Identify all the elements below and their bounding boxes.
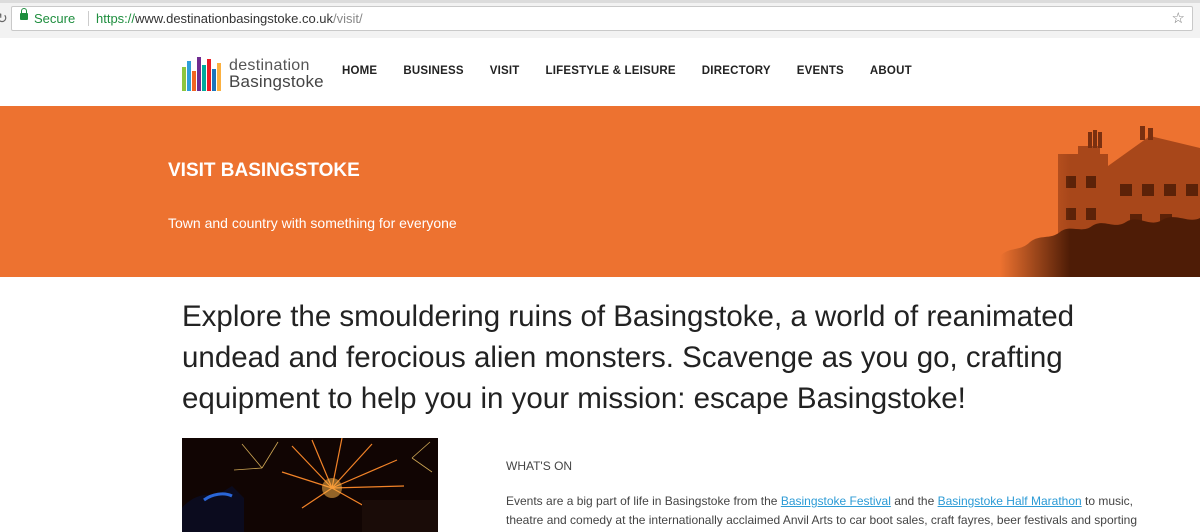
page-title: VISIT BASINGSTOKE	[168, 160, 360, 181]
url-text[interactable]: https://www.destinationbasingstoke.co.uk…	[96, 11, 363, 26]
site-header: destination Basingstoke HOME BUSINESS VI…	[0, 38, 1200, 106]
logo-bar	[202, 65, 206, 91]
hero-subtitle: Town and country with something for ever…	[168, 215, 457, 231]
logo-bars-icon	[182, 57, 224, 91]
basingstoke-festival-link[interactable]: Basingstoke Festival	[781, 494, 891, 508]
nav-events[interactable]: EVENTS	[797, 65, 844, 77]
logo-bar	[212, 69, 216, 91]
basingstoke-half-marathon-link[interactable]: Basingstoke Half Marathon	[938, 494, 1082, 508]
address-bar[interactable]: Secure https://www.destinationbasingstok…	[11, 6, 1193, 31]
nav-visit[interactable]: VISIT	[490, 65, 520, 77]
reload-icon[interactable]: ↻	[0, 10, 8, 27]
logo-bar	[207, 59, 211, 91]
body-text-part1: Events are a big part of life in Basings…	[506, 494, 781, 508]
logo-bar	[217, 63, 221, 91]
body-text-part2: and the	[890, 494, 938, 508]
url-path: /visit/	[333, 11, 363, 26]
url-scheme: https://	[96, 11, 136, 26]
address-divider	[88, 11, 89, 26]
lock-icon	[20, 8, 28, 20]
hero-banner: VISIT BASINGSTOKE Town and country with …	[0, 106, 1200, 277]
nav-directory[interactable]: DIRECTORY	[702, 65, 771, 77]
logo-bar	[187, 61, 191, 91]
browser-toolbar: ↻ Secure https://www.destinationbasingst…	[0, 0, 1200, 39]
site-logo[interactable]: destination Basingstoke	[182, 55, 332, 95]
whats-on-text: Events are a big part of life in Basings…	[506, 492, 1146, 530]
nav-business[interactable]: BUSINESS	[403, 65, 463, 77]
secure-label: Secure	[34, 11, 76, 26]
logo-bar	[192, 71, 196, 91]
star-icon[interactable]: ☆	[1172, 9, 1185, 27]
nav-home[interactable]: HOME	[342, 65, 377, 77]
fireworks-photo[interactable]	[182, 438, 438, 532]
logo-bar	[182, 67, 186, 91]
whats-on-heading: WHAT'S ON	[506, 459, 573, 473]
intro-heading: Explore the smouldering ruins of Basings…	[182, 300, 1075, 415]
url-host: www.destinationbasingstoke.co.uk	[135, 11, 334, 26]
main-nav: HOME BUSINESS VISIT LIFESTYLE & LEISURE …	[342, 65, 938, 77]
tab-strip-edge	[0, 0, 1200, 3]
logo-bar	[197, 57, 201, 91]
logo-text-basingstoke: Basingstoke	[229, 72, 324, 91]
manor-house-photo	[1000, 106, 1200, 277]
nav-about[interactable]: ABOUT	[870, 65, 912, 77]
nav-lifestyle-leisure[interactable]: LIFESTYLE & LEISURE	[545, 65, 675, 77]
